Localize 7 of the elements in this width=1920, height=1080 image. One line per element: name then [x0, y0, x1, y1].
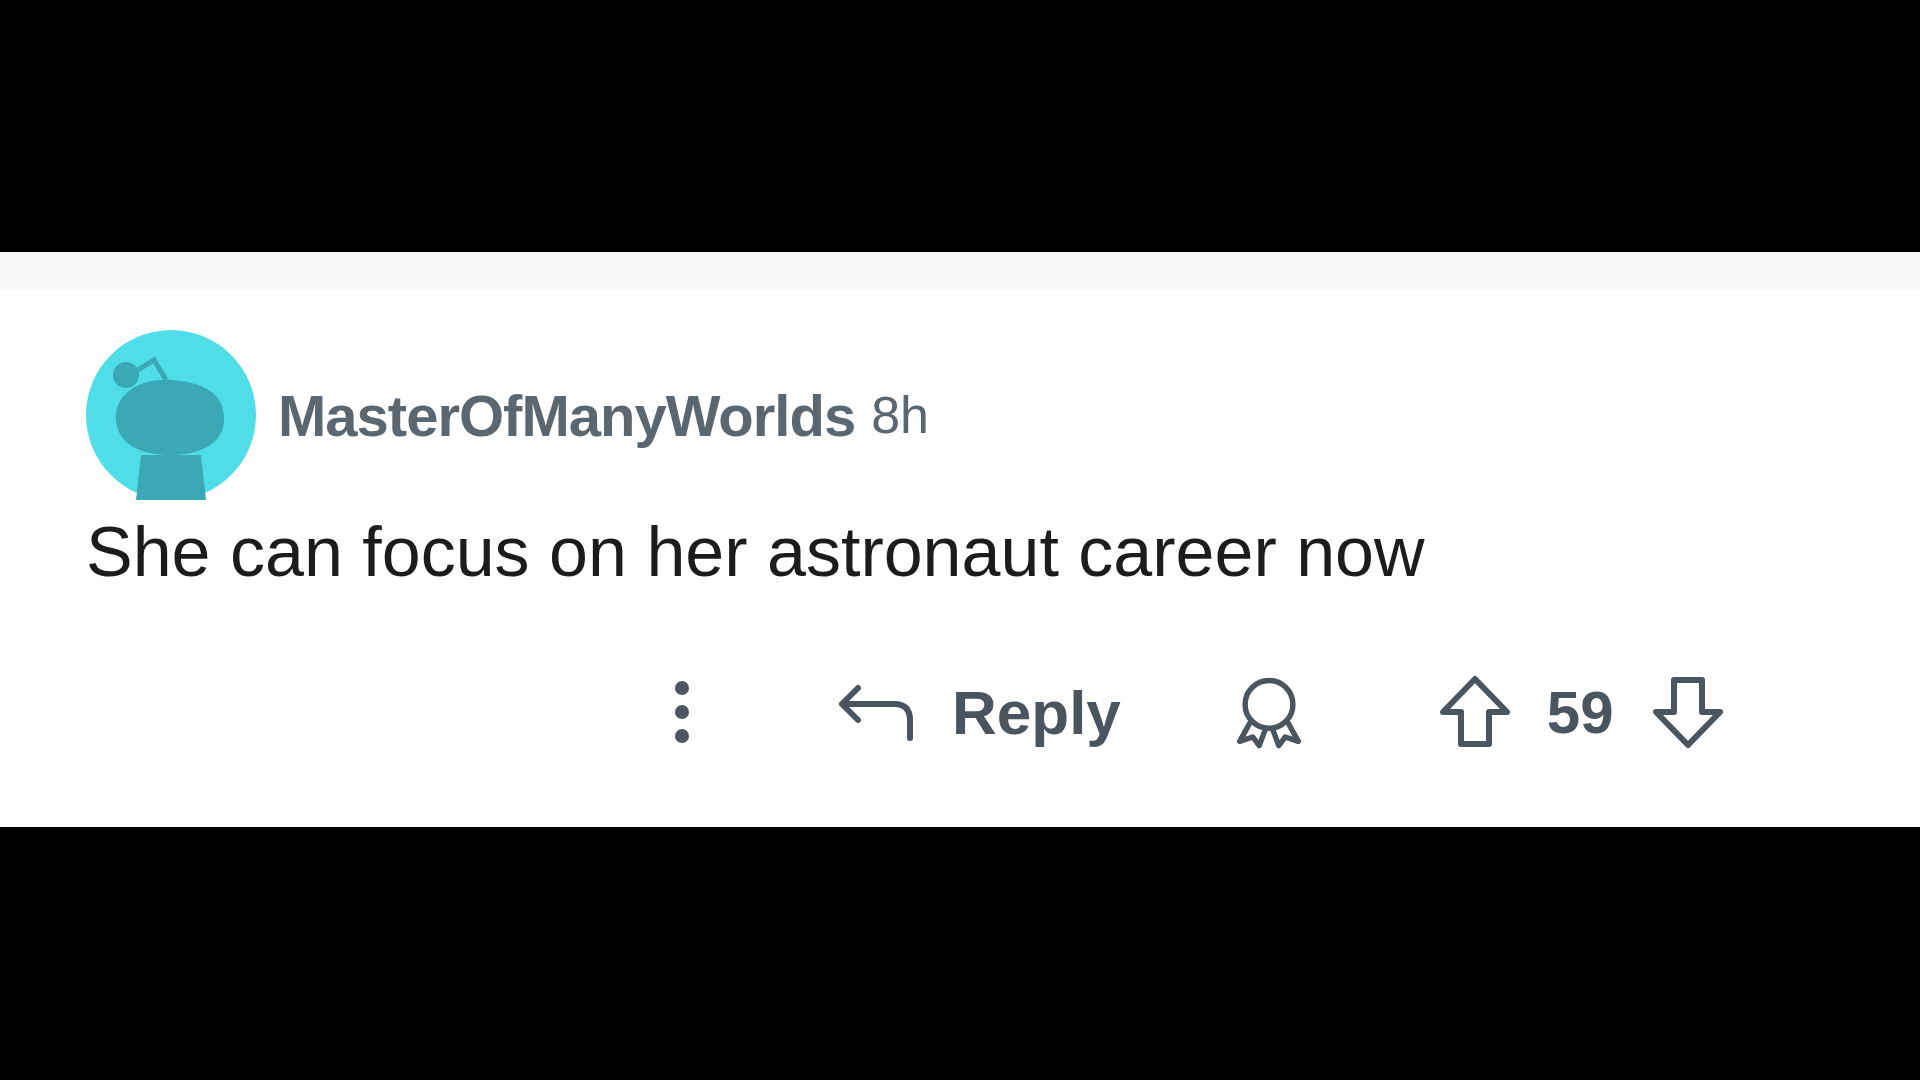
vote-count: 59: [1546, 677, 1614, 747]
more-options-icon[interactable]: [674, 680, 690, 744]
avatar-icon: [86, 330, 256, 500]
timestamp: 8h: [871, 385, 929, 445]
comment-text: She can focus on her astronaut career now: [86, 512, 1426, 593]
reply-button[interactable]: Reply: [836, 676, 1121, 748]
username[interactable]: MasterOfManyWorlds: [278, 381, 856, 449]
